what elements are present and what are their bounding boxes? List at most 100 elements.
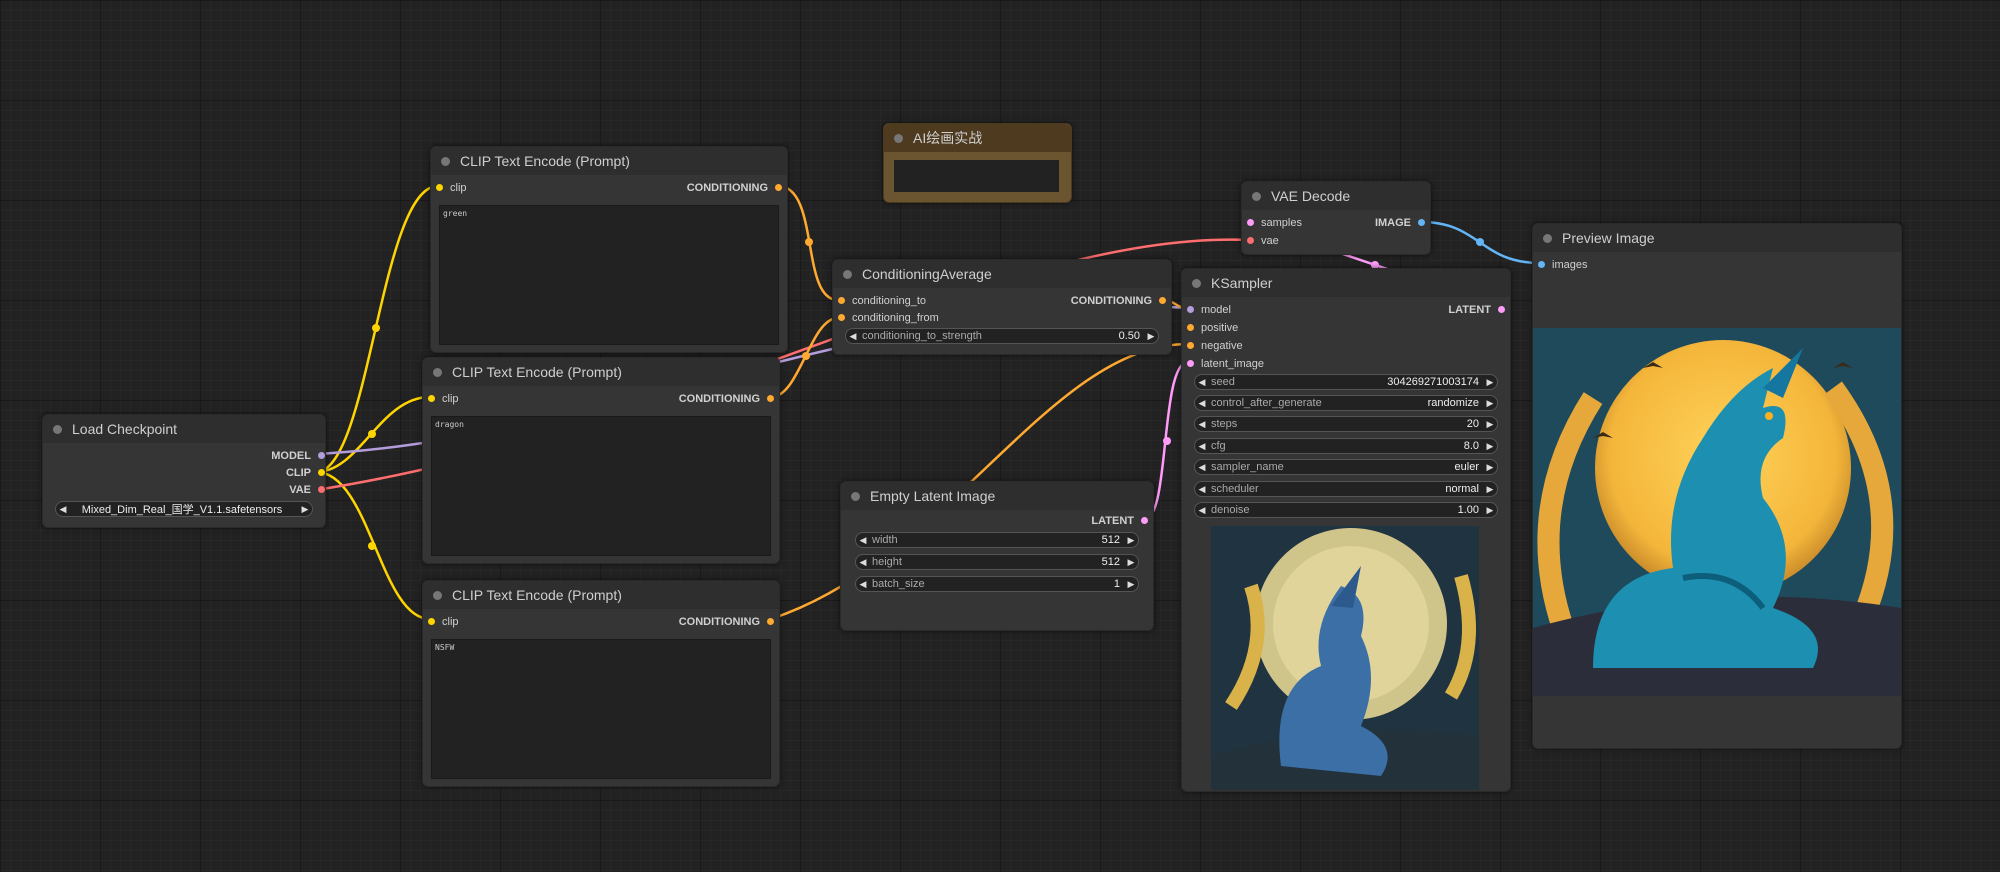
load-checkpoint-node[interactable]: Load Checkpoint MODEL CLIP VAE ◀ Mixed_D… (42, 414, 326, 528)
node-header[interactable]: VAE Decode (1242, 182, 1430, 210)
clip-text-encode-node-1[interactable]: CLIP Text Encode (Prompt) clip CONDITION… (430, 146, 788, 353)
node-header[interactable]: CLIP Text Encode (Prompt) (423, 581, 779, 609)
arrow-right-icon[interactable]: ▶ (1124, 579, 1138, 590)
width-widget[interactable]: ◀ width 512 ▶ (855, 532, 1139, 548)
arrow-right-icon[interactable]: ▶ (298, 504, 312, 515)
prompt-textarea[interactable]: green (439, 205, 779, 345)
arrow-right-icon[interactable]: ▶ (1483, 398, 1497, 409)
cfg-widget[interactable]: ◀ cfg 8.0 ▶ (1194, 438, 1498, 454)
steps-widget[interactable]: ◀ steps 20 ▶ (1194, 416, 1498, 432)
node-header[interactable]: CLIP Text Encode (Prompt) (423, 358, 779, 386)
arrow-left-icon[interactable]: ◀ (1195, 377, 1209, 388)
arrow-right-icon[interactable]: ▶ (1124, 557, 1138, 568)
node-header[interactable]: Preview Image (1533, 224, 1901, 252)
arrow-left-icon[interactable]: ◀ (846, 331, 860, 342)
collapse-dot-icon[interactable] (1252, 191, 1261, 201)
arrow-left-icon[interactable]: ◀ (1195, 505, 1209, 516)
arrow-right-icon[interactable]: ▶ (1483, 484, 1497, 495)
arrow-left-icon[interactable]: ◀ (56, 504, 70, 515)
node-title: Preview Image (1562, 230, 1655, 246)
arrow-right-icon[interactable]: ▶ (1483, 419, 1497, 430)
node-title: CLIP Text Encode (Prompt) (452, 364, 622, 380)
arrow-right-icon[interactable]: ▶ (1144, 331, 1158, 342)
node-header[interactable]: Empty Latent Image (841, 482, 1153, 510)
collapse-dot-icon[interactable] (1192, 278, 1201, 288)
node-header[interactable]: ConditioningAverage (833, 260, 1171, 288)
output-latent[interactable]: LATENT (1448, 303, 1505, 317)
conditioning-strength-slider[interactable]: ◀ conditioning_to_strength 0.50 ▶ (845, 328, 1159, 344)
prompt-textarea[interactable]: dragon (431, 416, 771, 556)
arrow-right-icon[interactable]: ▶ (1483, 377, 1497, 388)
input-conditioning-to[interactable]: conditioning_to (838, 294, 926, 308)
output-conditioning[interactable]: CONDITIONING (679, 615, 774, 629)
arrow-left-icon[interactable]: ◀ (856, 535, 870, 546)
input-conditioning-from[interactable]: conditioning_from (838, 311, 939, 325)
node-title: ConditioningAverage (862, 266, 992, 282)
prompt-textarea[interactable]: NSFW (431, 639, 771, 779)
preview-image-node[interactable]: Preview Image images (1532, 223, 1902, 749)
arrow-left-icon[interactable]: ◀ (856, 557, 870, 568)
ckpt-name-combo[interactable]: ◀ Mixed_Dim_Real_国学_V1.1.safetensors ▶ (55, 501, 313, 517)
output-conditioning[interactable]: CONDITIONING (1071, 294, 1166, 308)
input-clip[interactable]: clip (436, 181, 467, 195)
input-clip[interactable]: clip (428, 615, 459, 629)
clip-text-encode-node-2[interactable]: CLIP Text Encode (Prompt) clip CONDITION… (422, 357, 780, 564)
node-title: VAE Decode (1271, 188, 1351, 204)
input-samples[interactable]: samples (1247, 216, 1302, 230)
input-clip[interactable]: clip (428, 392, 459, 406)
collapse-dot-icon[interactable] (433, 590, 442, 600)
collapse-dot-icon[interactable] (441, 156, 450, 166)
collapse-dot-icon[interactable] (1543, 233, 1552, 243)
latent-preview-image (1211, 526, 1479, 790)
height-widget[interactable]: ◀ height 512 ▶ (855, 554, 1139, 570)
output-vae[interactable]: VAE (289, 483, 325, 497)
arrow-right-icon[interactable]: ▶ (1483, 441, 1497, 452)
batch-size-widget[interactable]: ◀ batch_size 1 ▶ (855, 576, 1139, 592)
collapse-dot-icon[interactable] (894, 133, 903, 143)
input-positive[interactable]: positive (1187, 321, 1238, 335)
collapse-dot-icon[interactable] (851, 491, 860, 501)
output-conditioning[interactable]: CONDITIONING (687, 181, 782, 195)
input-model[interactable]: model (1187, 303, 1231, 317)
node-title: CLIP Text Encode (Prompt) (452, 587, 622, 603)
note-node[interactable]: AI绘画实战 (883, 123, 1072, 203)
ksampler-node[interactable]: KSampler model positive negative latent_… (1181, 268, 1511, 792)
output-clip[interactable]: CLIP (286, 466, 325, 480)
arrow-left-icon[interactable]: ◀ (1195, 398, 1209, 409)
input-negative[interactable]: negative (1187, 339, 1243, 353)
collapse-dot-icon[interactable] (843, 269, 852, 279)
input-images[interactable]: images (1538, 258, 1587, 272)
preview-output-image[interactable] (1533, 328, 1901, 696)
note-textarea[interactable] (894, 160, 1059, 192)
seed-widget[interactable]: ◀ seed 304269271003174 ▶ (1194, 374, 1498, 390)
arrow-right-icon[interactable]: ▶ (1124, 535, 1138, 546)
vae-decode-node[interactable]: VAE Decode samples vae IMAGE (1241, 181, 1431, 255)
denoise-widget[interactable]: ◀ denoise 1.00 ▶ (1194, 502, 1498, 518)
input-latent-image[interactable]: latent_image (1187, 357, 1264, 371)
arrow-left-icon[interactable]: ◀ (1195, 462, 1209, 473)
arrow-left-icon[interactable]: ◀ (1195, 419, 1209, 430)
arrow-right-icon[interactable]: ▶ (1483, 505, 1497, 516)
output-image[interactable]: IMAGE (1375, 216, 1425, 230)
output-latent[interactable]: LATENT (1091, 514, 1148, 528)
output-conditioning[interactable]: CONDITIONING (679, 392, 774, 406)
arrow-left-icon[interactable]: ◀ (856, 579, 870, 590)
collapse-dot-icon[interactable] (53, 424, 62, 434)
arrow-left-icon[interactable]: ◀ (1195, 441, 1209, 452)
conditioning-average-node[interactable]: ConditioningAverage conditioning_to cond… (832, 259, 1172, 355)
node-header[interactable]: CLIP Text Encode (Prompt) (431, 147, 787, 175)
empty-latent-image-node[interactable]: Empty Latent Image LATENT ◀ width 512 ▶ ◀ he… (840, 481, 1154, 631)
control-after-generate-widget[interactable]: ◀ control_after_generate randomize ▶ (1194, 395, 1498, 411)
arrow-right-icon[interactable]: ▶ (1483, 462, 1497, 473)
node-header[interactable]: Load Checkpoint (43, 415, 325, 443)
arrow-left-icon[interactable]: ◀ (1195, 484, 1209, 495)
node-header[interactable]: AI绘画实战 (884, 124, 1071, 152)
sampler-name-widget[interactable]: ◀ sampler_name euler ▶ (1194, 459, 1498, 475)
output-model[interactable]: MODEL (271, 449, 325, 463)
node-title: CLIP Text Encode (Prompt) (460, 153, 630, 169)
scheduler-widget[interactable]: ◀ scheduler normal ▶ (1194, 481, 1498, 497)
clip-text-encode-node-3[interactable]: CLIP Text Encode (Prompt) clip CONDITION… (422, 580, 780, 787)
collapse-dot-icon[interactable] (433, 367, 442, 377)
node-header[interactable]: KSampler (1182, 269, 1510, 297)
input-vae[interactable]: vae (1247, 234, 1279, 248)
